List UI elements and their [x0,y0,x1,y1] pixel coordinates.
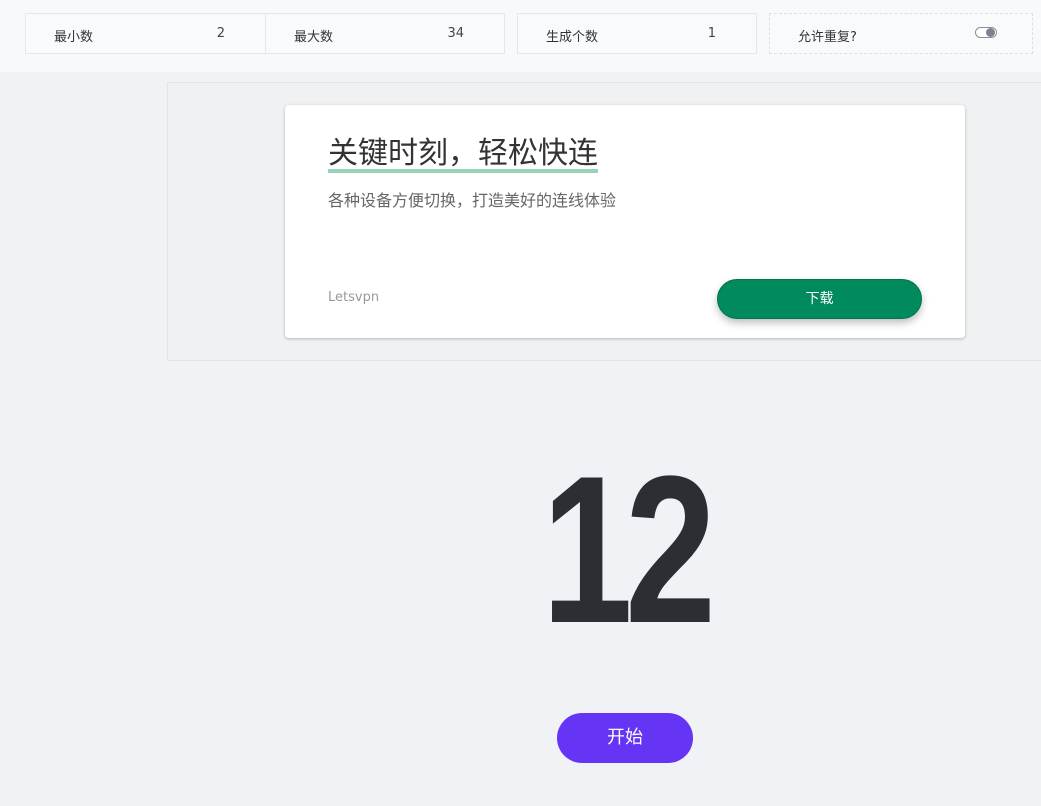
ad-title: 关键时刻，轻松快连 [328,135,598,173]
generate-count-value[interactable]: 1 [708,26,716,41]
allow-repeat-label: 允许重复? [798,30,857,45]
settings-toolbar: 最小数 2 最大数 34 生成个数 1 允许重复? [0,0,1041,72]
max-number-field[interactable]: 最大数 34 [265,13,505,54]
ad-brand: Letsvpn [328,290,380,305]
result-number: 12 [541,432,716,667]
ad-subtitle: 各种设备方便切换，打造美好的连线体验 [328,191,617,210]
generate-count-field[interactable]: 生成个数 1 [517,13,757,54]
ad-title-text: 关键时刻，轻松快连 [328,136,598,171]
ad-download-button[interactable]: 下载 [717,279,922,319]
generate-count-label: 生成个数 [546,30,599,45]
toggle-knob [986,28,995,37]
max-number-label: 最大数 [294,30,334,45]
allow-repeat-toggle[interactable] [975,27,997,38]
min-number-value[interactable]: 2 [217,26,225,41]
min-number-field[interactable]: 最小数 2 [25,13,266,54]
start-button[interactable]: 开始 [557,713,693,763]
min-number-label: 最小数 [54,30,94,45]
ad-card[interactable]: 关键时刻，轻松快连 各种设备方便切换，打造美好的连线体验 Letsvpn 下载 [285,105,965,338]
ad-title-underline [328,169,598,173]
max-number-value[interactable]: 34 [447,26,464,41]
allow-repeat-field: 允许重复? [769,13,1033,54]
